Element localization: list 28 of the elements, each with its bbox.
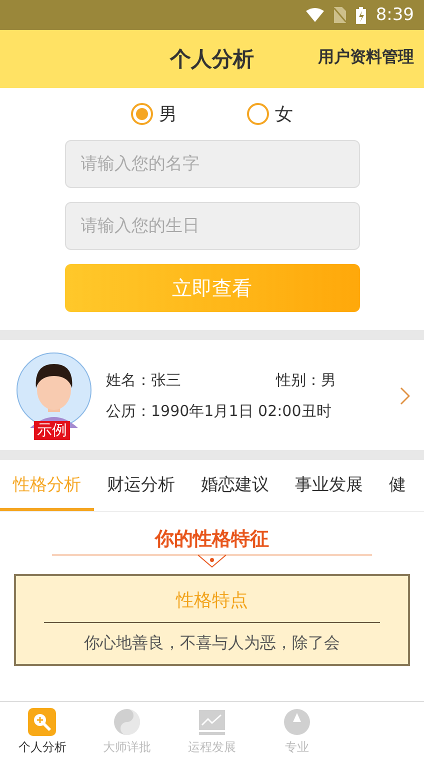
birth-text: 公历：1990年1月1日 02:00丑时 xyxy=(106,402,332,421)
clock-time: 8:39 xyxy=(376,5,414,25)
trait-text: 你心地善良，不喜与人为恶，除了会 xyxy=(84,633,340,654)
chart-icon xyxy=(198,708,226,736)
category-tab[interactable]: 事业发展 xyxy=(282,460,376,511)
profile-manage-link[interactable]: 用户资料管理 xyxy=(318,47,414,68)
ornament-divider-icon xyxy=(52,552,372,568)
gender-radio[interactable]: 男 xyxy=(131,102,177,126)
yin-yang-icon xyxy=(113,708,142,736)
birthday-input-field[interactable]: 请输入您的生日 xyxy=(64,202,360,250)
section-title: 你的性格特征 xyxy=(155,527,269,552)
category-tab[interactable]: 财运分析 xyxy=(94,460,188,511)
category-tab[interactable]: 婚恋建议 xyxy=(188,460,282,511)
card-title: 性格特点 xyxy=(176,589,248,613)
page-title: 个人分析 xyxy=(170,46,254,73)
chevron-right-icon[interactable] xyxy=(400,387,410,405)
no-sim-icon xyxy=(334,7,346,23)
name-text: 姓名：张三 xyxy=(106,371,182,390)
wifi-icon xyxy=(306,8,324,22)
gender-text: 性别：男 xyxy=(276,371,337,390)
name-input-field[interactable]: 请输入您的名字 xyxy=(64,140,360,188)
search-icon xyxy=(28,708,56,736)
category-tab[interactable]: 健 xyxy=(376,460,419,511)
battery-icon xyxy=(356,6,366,24)
sample-badge: 示例 xyxy=(34,421,70,440)
gender-radio[interactable]: 女 xyxy=(247,102,293,126)
nav-item[interactable]: 个人分析 xyxy=(0,702,85,761)
compass-icon xyxy=(282,708,311,736)
